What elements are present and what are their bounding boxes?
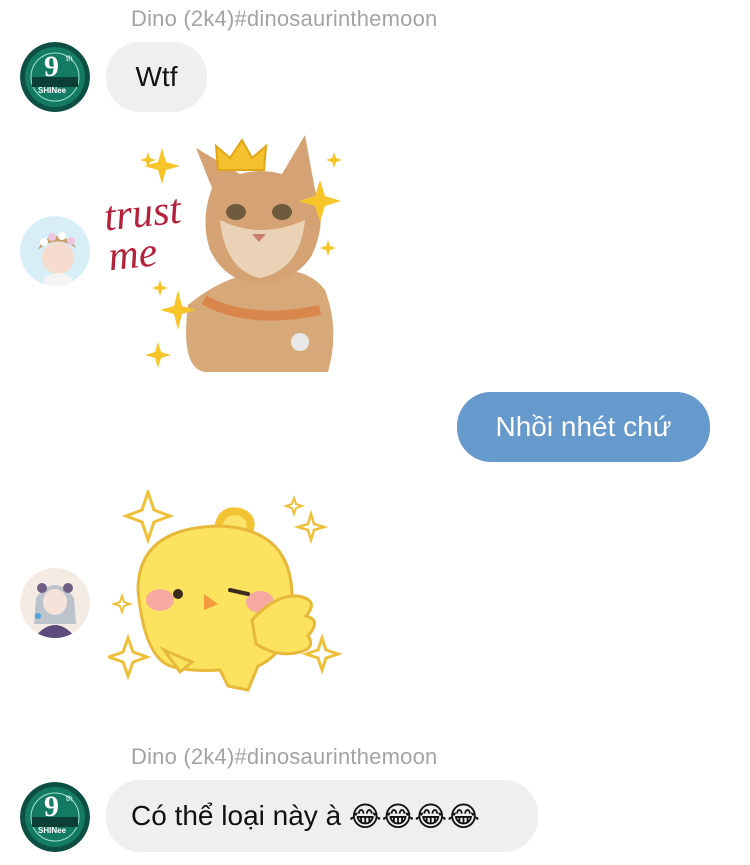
avatar-suffix: th xyxy=(66,794,73,803)
message-text: Nhồi nhét chứ xyxy=(495,411,672,442)
avatar-suffix: th xyxy=(66,54,73,63)
yellow-chick-thumbs-sticker[interactable] xyxy=(108,490,343,695)
message-bubble-incoming[interactable]: Wtf xyxy=(106,42,207,112)
sender-avatar[interactable] xyxy=(20,568,90,638)
sticker-caption: trust me xyxy=(101,186,184,281)
message-bubble-outgoing[interactable]: Nhồi nhét chứ xyxy=(457,392,710,462)
trust-me-cat-sticker[interactable]: trust me xyxy=(100,130,350,375)
avatar-label: SHINee xyxy=(38,826,67,835)
message-bubble-incoming[interactable]: Có thể loại này à 😂😂😂😂 xyxy=(106,780,538,852)
sender-avatar[interactable]: 9 th SHINee xyxy=(20,42,90,112)
sender-name: Dino (2k4)#dinosaurinthemoon xyxy=(131,744,438,769)
avatar-label: SHINee xyxy=(38,86,67,95)
message-text: Có thể loại này à xyxy=(131,800,349,831)
laughing-emoji-icons: 😂😂😂😂 xyxy=(348,799,480,833)
girl-flower-crown-avatar-icon xyxy=(20,216,90,286)
avatar-number: 9 xyxy=(44,790,59,823)
message-text: Wtf xyxy=(135,61,178,92)
avatar-number: 9 xyxy=(44,50,59,83)
anime-girl-avatar-icon xyxy=(20,568,90,638)
sender-name: Dino (2k4)#dinosaurinthemoon xyxy=(131,6,438,31)
chick-sticker-image xyxy=(108,490,343,692)
sender-avatar[interactable] xyxy=(20,216,90,286)
sender-avatar[interactable]: 9 th SHINee xyxy=(20,782,90,852)
